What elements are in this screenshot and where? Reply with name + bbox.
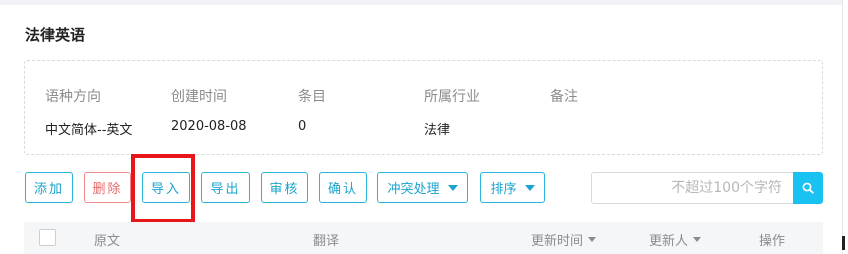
caret-down-icon bbox=[447, 184, 458, 191]
column-updated-time[interactable]: 更新时间 bbox=[531, 230, 597, 249]
select-all-checkbox[interactable] bbox=[39, 229, 56, 246]
label-entries: 条目 bbox=[298, 89, 326, 105]
page-title: 法律英语 bbox=[25, 26, 86, 44]
caret-down-icon bbox=[693, 237, 702, 242]
column-updated-by[interactable]: 更新人 bbox=[649, 230, 702, 249]
label-remark: 备注 bbox=[550, 89, 578, 105]
add-button[interactable]: 添加 bbox=[25, 172, 73, 203]
sort-dropdown[interactable]: 排序 bbox=[480, 172, 545, 203]
caret-down-icon bbox=[588, 237, 597, 242]
scroll-marker bbox=[842, 236, 845, 250]
label-industry: 所属行业 bbox=[424, 89, 480, 105]
column-actions: 操作 bbox=[759, 234, 786, 249]
search-button[interactable] bbox=[793, 172, 823, 204]
search-input[interactable] bbox=[591, 172, 794, 204]
label-created-time: 创建时间 bbox=[171, 89, 227, 105]
value-industry: 法律 bbox=[424, 123, 451, 138]
value-entries: 0 bbox=[298, 119, 307, 134]
caret-down-icon bbox=[524, 184, 535, 191]
column-updated-time-label: 更新时间 bbox=[531, 234, 584, 249]
review-button[interactable]: 审核 bbox=[261, 172, 308, 203]
import-highlight-box bbox=[131, 154, 195, 223]
export-button[interactable]: 导出 bbox=[201, 172, 250, 203]
delete-button[interactable]: 删除 bbox=[84, 172, 131, 203]
column-updated-by-label: 更新人 bbox=[649, 234, 689, 249]
conflict-dropdown[interactable]: 冲突处理 bbox=[377, 172, 468, 203]
top-edge bbox=[0, 0, 848, 5]
value-language-direction: 中文简体--英文 bbox=[45, 123, 133, 138]
column-source: 原文 bbox=[94, 234, 121, 249]
confirm-button[interactable]: 确认 bbox=[319, 172, 367, 203]
sort-dropdown-label: 排序 bbox=[490, 182, 517, 197]
table-header: 原文 翻译 更新时间 更新人 操作 bbox=[24, 222, 823, 254]
conflict-dropdown-label: 冲突处理 bbox=[387, 182, 440, 197]
search-icon bbox=[802, 182, 814, 194]
label-language-direction: 语种方向 bbox=[45, 89, 101, 105]
info-panel: 语种方向 创建时间 条目 所属行业 备注 中文简体--英文 2020-08-08… bbox=[24, 60, 823, 155]
column-translation: 翻译 bbox=[313, 234, 340, 249]
right-gutter bbox=[842, 0, 848, 254]
value-created-time: 2020-08-08 bbox=[171, 119, 247, 134]
